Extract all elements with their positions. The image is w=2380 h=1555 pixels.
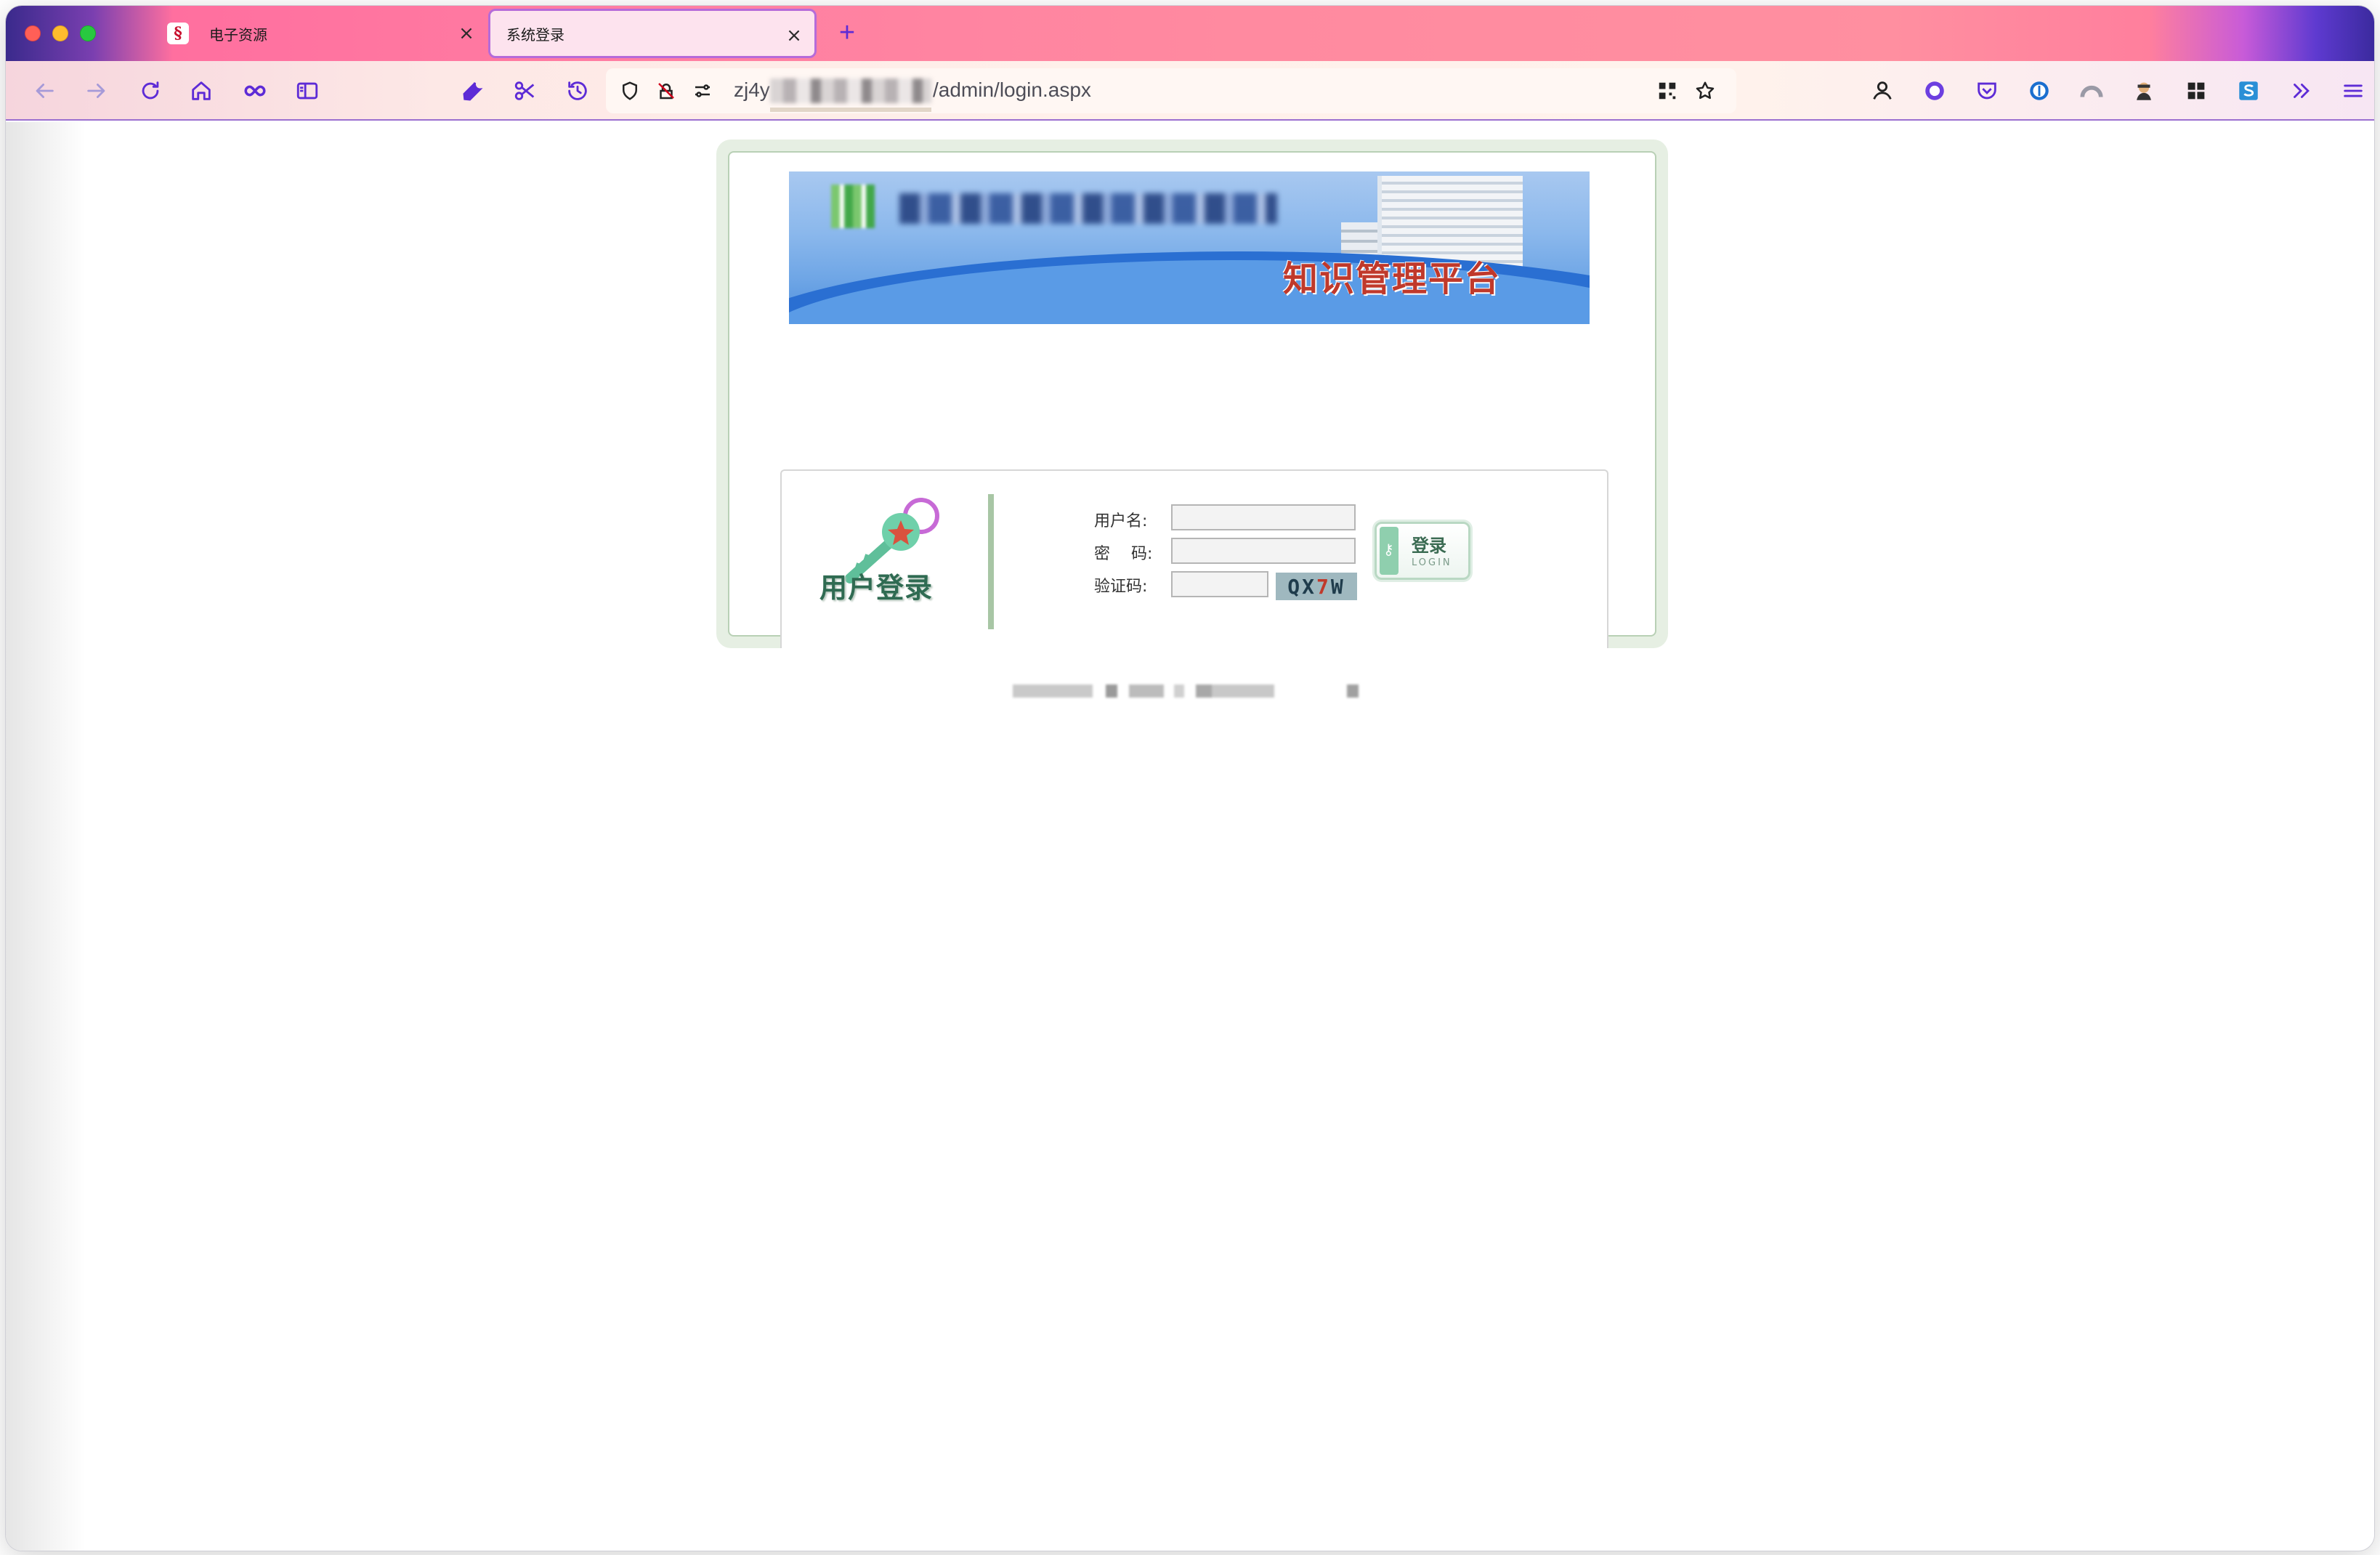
wrench-icon[interactable]: [458, 76, 488, 106]
grid-extension-icon[interactable]: [2181, 76, 2211, 106]
captcha-text: W: [1330, 574, 1345, 599]
circle-extension-icon[interactable]: [1919, 76, 1950, 106]
history-icon[interactable]: [562, 76, 593, 106]
platform-banner: 知识管理平台: [789, 171, 1590, 324]
close-icon[interactable]: ×: [456, 23, 477, 44]
menu-icon[interactable]: [2338, 76, 2368, 106]
url-prefix: zj4y: [734, 78, 770, 101]
close-icon[interactable]: ×: [784, 25, 804, 47]
tab-strip: § 电子资源 × 系统登录 × +: [6, 6, 2374, 61]
tab-title: 系统登录: [506, 25, 564, 44]
home-icon[interactable]: [186, 76, 216, 106]
key-icon: ⚷: [1383, 542, 1394, 558]
account-icon[interactable]: [1867, 76, 1898, 106]
captcha-image[interactable]: QX 7 W: [1276, 573, 1357, 600]
minimize-window-button[interactable]: [52, 25, 68, 41]
back-icon[interactable]: [29, 76, 60, 106]
maximize-window-button[interactable]: [80, 25, 96, 41]
close-window-button[interactable]: [25, 25, 41, 41]
login-button-sublabel: LOGIN: [1412, 557, 1452, 568]
s-extension-icon[interactable]: [2233, 76, 2264, 106]
qr-icon[interactable]: [1654, 77, 1681, 105]
password-manager-icon[interactable]: [2024, 76, 2055, 106]
scissors-icon[interactable]: [510, 76, 541, 106]
infinity-icon[interactable]: [240, 76, 270, 106]
red-shield-icon: §: [167, 23, 189, 44]
captcha-text: QX: [1287, 574, 1316, 599]
password-input[interactable]: [1171, 538, 1356, 564]
url-redacted-segment: [770, 78, 931, 103]
tab-system-login[interactable]: 系统登录 ×: [488, 9, 817, 58]
login-button-label: 登录: [1412, 536, 1446, 556]
forward-icon[interactable]: [81, 76, 112, 106]
address-bar[interactable]: zj4y /admin/login.aspx: [606, 68, 1736, 113]
tab-electronic-resources[interactable]: § 电子资源 ×: [167, 9, 487, 58]
spy-extension-icon[interactable]: [2129, 76, 2159, 106]
footer-text-redacted: [1013, 684, 1359, 698]
banner-org-name-redacted: [899, 193, 1277, 224]
form-divider: [988, 494, 994, 629]
no-camera-icon[interactable]: [652, 77, 680, 105]
tab-title: 电子资源: [209, 25, 267, 44]
captcha-label: 验证码:: [1094, 578, 1148, 596]
side-shadow: [6, 122, 86, 1551]
pocket-icon[interactable]: [1972, 76, 2002, 106]
captcha-text: 7: [1316, 574, 1331, 599]
bookmark-star-icon[interactable]: [1691, 77, 1719, 105]
new-tab-button[interactable]: +: [833, 19, 862, 48]
login-button[interactable]: ⚷ 登录 LOGIN: [1375, 522, 1470, 580]
overflow-chevron-icon[interactable]: [2286, 76, 2316, 106]
username-input[interactable]: [1171, 504, 1356, 530]
reload-icon[interactable]: [135, 76, 166, 106]
permissions-icon[interactable]: [689, 77, 716, 105]
banner-logo-redacted: [831, 185, 875, 228]
shield-icon[interactable]: [616, 77, 644, 105]
sidebar-icon[interactable]: [292, 76, 323, 106]
url-path: /admin/login.aspx: [933, 78, 1091, 101]
user-login-heading: 用户登录: [819, 571, 934, 604]
navigation-toolbar: zj4y /admin/login.aspx: [6, 61, 2374, 121]
banner-title: 知识管理平台: [1283, 259, 1502, 299]
url-redacted-underline: [770, 108, 931, 112]
captcha-input[interactable]: [1171, 571, 1268, 597]
username-label: 用户名:: [1094, 512, 1148, 530]
arc-extension-icon[interactable]: [2076, 76, 2107, 106]
password-label: 密 码:: [1094, 545, 1153, 563]
